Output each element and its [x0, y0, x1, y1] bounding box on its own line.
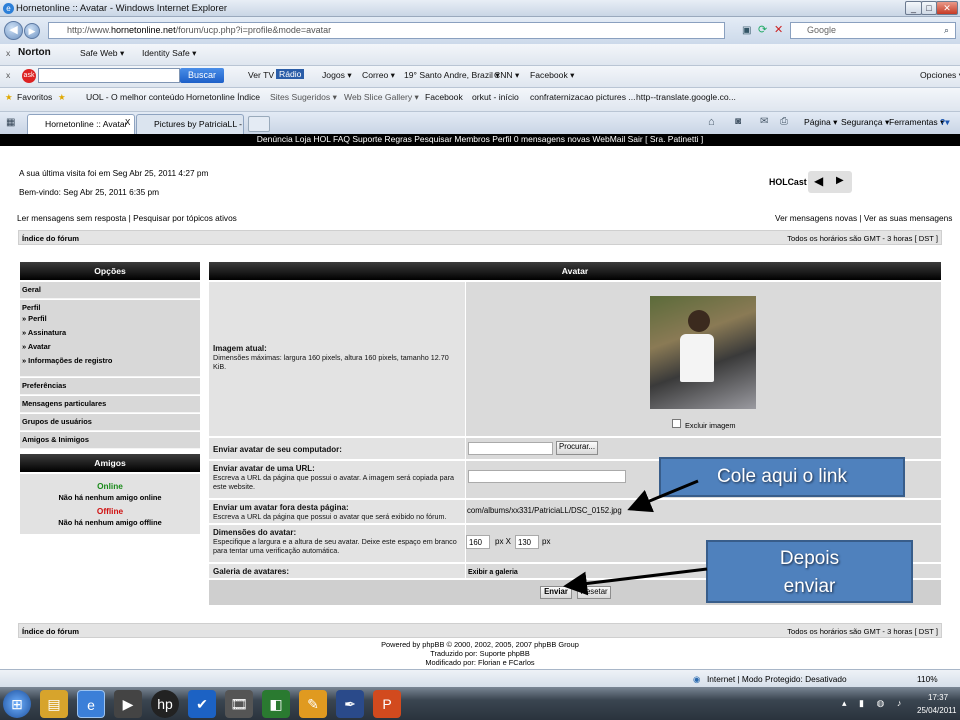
- movie-maker-icon[interactable]: 🎞: [225, 690, 253, 718]
- arrow-to-submit: [563, 567, 708, 596]
- security-zone[interactable]: Internet | Modo Protegido: Desativado: [707, 674, 847, 684]
- ie-taskbar-icon[interactable]: e: [77, 690, 105, 718]
- paint-icon[interactable]: ✎: [299, 690, 327, 718]
- pen-icon[interactable]: ✒: [336, 690, 364, 718]
- hp-icon[interactable]: hp: [151, 690, 179, 718]
- clock-time[interactable]: 17:37: [928, 693, 948, 702]
- clock-date[interactable]: 25/04/2011: [917, 706, 956, 715]
- arrow-to-remote-input: [627, 479, 699, 513]
- globe-icon: ◉: [693, 674, 701, 684]
- taskbar: ⊞ ▤ e ▶ hp ✔ 🎞 ◧ ✎ ✒ P ▴ ▮ ◍ ♪ 17:37 25/…: [0, 687, 960, 720]
- tray-icons[interactable]: ▴ ▮ ◍ ♪: [842, 698, 906, 709]
- start-button[interactable]: ⊞: [3, 690, 31, 718]
- media-icon[interactable]: ▶: [114, 690, 142, 718]
- explorer-icon[interactable]: ▤: [40, 690, 68, 718]
- powerpoint-icon[interactable]: P: [373, 690, 401, 718]
- app-icon[interactable]: ◧: [262, 690, 290, 718]
- checkmark-icon[interactable]: ✔: [188, 690, 216, 718]
- zoom-level[interactable]: 110%: [917, 674, 938, 684]
- status-bar: ◉ Internet | Modo Protegido: Desativado …: [0, 669, 960, 687]
- annotation-arrows: [563, 479, 708, 596]
